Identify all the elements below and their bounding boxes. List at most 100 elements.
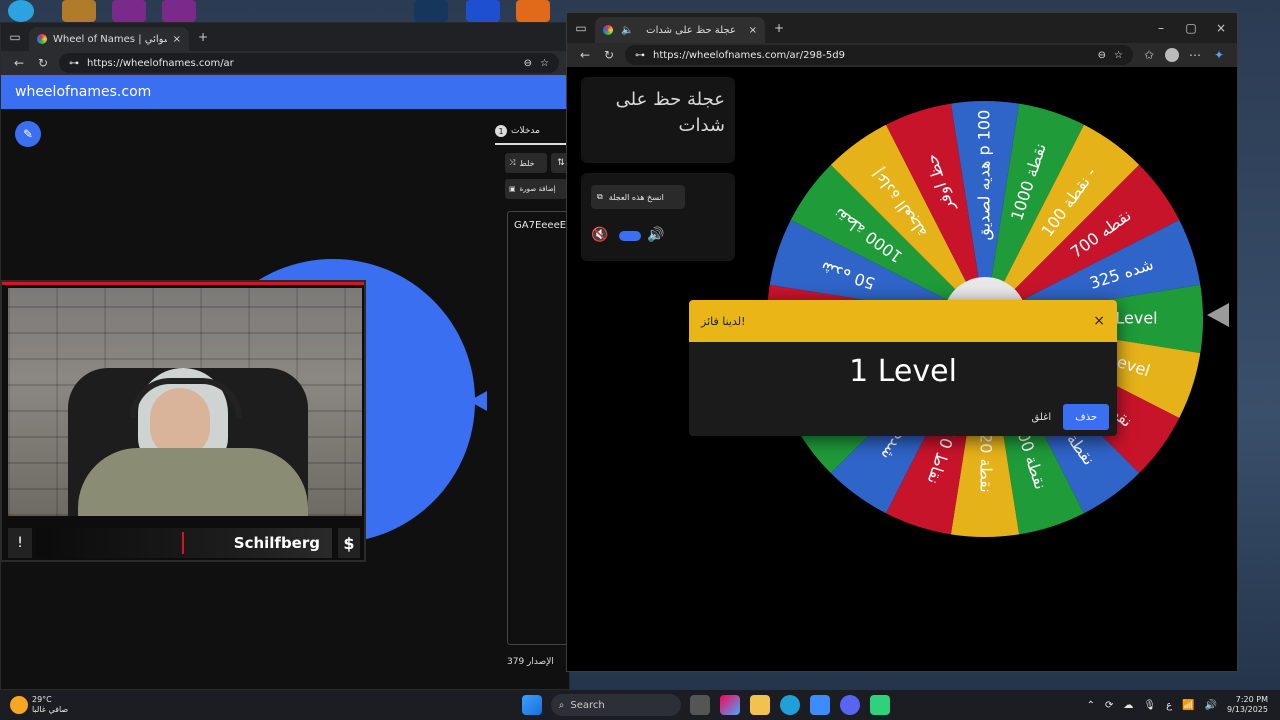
tab-entries[interactable]: 1 مدخلات <box>495 119 569 145</box>
winner-dialog: لدينا فائز! × 1 Level اغلق حذف <box>689 300 1117 436</box>
reload-icon[interactable]: ↻ <box>601 47 617 63</box>
right-active-tab[interactable]: 🔈 عجلة حظ على شدات × <box>595 17 765 43</box>
wheel-pointer-icon <box>1207 303 1229 327</box>
wheel-favicon-icon <box>37 34 47 44</box>
store-icon[interactable] <box>809 695 830 715</box>
winrar-icon[interactable] <box>162 0 196 22</box>
wheel-controls-panel: ⧉ انسخ هذه العجلة 🔇 🔊 <box>581 173 735 261</box>
weather-widget[interactable]: 29°C صافي غالبا <box>10 695 130 715</box>
close-tab-icon[interactable]: × <box>173 34 181 45</box>
close-tab-icon[interactable]: × <box>749 25 757 36</box>
new-tab-icon[interactable]: + <box>771 20 787 36</box>
wheel-pointer-icon <box>469 391 487 411</box>
sound-toggle[interactable] <box>619 231 641 241</box>
window-close-icon[interactable]: × <box>1213 20 1229 36</box>
weather-sun-icon <box>10 696 28 714</box>
person-body <box>78 448 308 516</box>
copy-wheel-button[interactable]: ⧉ انسخ هذه العجلة <box>591 185 685 209</box>
edge-icon[interactable] <box>779 695 800 715</box>
entries-tab-label: مدخلات <box>511 126 540 136</box>
back-icon[interactable]: ← <box>11 55 27 71</box>
chevron-up-icon[interactable]: ⌃ <box>1087 700 1095 711</box>
left-address-field[interactable]: ⊶ https://wheelofnames.com/ar ⊖ ☆ <box>59 53 559 73</box>
app-icon[interactable] <box>516 0 550 22</box>
overlay-top-accent <box>2 282 364 285</box>
menu-dots-icon[interactable]: ⋯ <box>1187 47 1203 63</box>
search-placeholder: Search <box>570 699 605 711</box>
tab-actions-icon[interactable]: ▭ <box>573 20 589 36</box>
taskbar: 29°C صافي غالبا ⌕ Search ⌃ ⟳ ☁ 🎙 ع 📶 🔊 7… <box>0 690 1280 720</box>
profile-avatar[interactable] <box>1165 48 1179 62</box>
file-explorer-icon[interactable] <box>749 695 770 715</box>
mic-icon[interactable]: 🎙 <box>1143 700 1156 711</box>
speaker-icon[interactable]: 🔈 <box>621 25 633 36</box>
input-language[interactable]: ع <box>1166 700 1172 711</box>
mute-icon[interactable]: 🔇 <box>591 227 608 243</box>
telegram-icon[interactable] <box>8 0 34 22</box>
site-header-title[interactable]: wheelofnames.com <box>15 84 151 100</box>
copy-wheel-label: انسخ هذه العجلة <box>608 192 664 202</box>
network-icon[interactable]: ☁ <box>1123 700 1133 711</box>
sync-icon[interactable]: ⟳ <box>1105 700 1113 711</box>
copilot-icon[interactable] <box>719 695 740 715</box>
dollar-badge: $ <box>338 528 360 558</box>
reload-icon[interactable]: ↻ <box>35 55 51 71</box>
left-tab-bar: ▭ Wheel of Names | الاسم العشوائي × + <box>1 23 569 51</box>
task-view-icon[interactable] <box>689 695 710 715</box>
start-windows-icon[interactable] <box>521 695 542 715</box>
new-tab-icon[interactable]: + <box>195 29 211 45</box>
shuffle-button[interactable]: ⤨ خلط <box>505 153 547 173</box>
right-tab-title: عجلة حظ على شدات <box>646 24 736 36</box>
folder-icon[interactable] <box>62 0 96 22</box>
dialog-footer: اغلق حذف <box>689 400 1117 434</box>
version-label: الإصدار 379 <box>507 657 554 667</box>
copilot-icon[interactable]: ✦ <box>1211 47 1227 63</box>
left-tab-title: Wheel of Names | الاسم العشوائي <box>53 33 167 45</box>
clock[interactable]: 7:20 PM 9/13/2025 <box>1227 695 1268 715</box>
left-active-tab[interactable]: Wheel of Names | الاسم العشوائي × <box>29 27 189 51</box>
site-info-icon[interactable]: ⊶ <box>635 50 645 61</box>
site-header: wheelofnames.com <box>1 75 569 109</box>
entries-textarea[interactable]: GA7EeeeEM <box>507 211 570 645</box>
clock-time: 7:20 PM <box>1235 695 1268 704</box>
volume-icon[interactable]: 🔊 <box>1205 700 1217 711</box>
minimize-icon[interactable]: – <box>1153 20 1169 36</box>
entry-item: GA7EeeeEM <box>514 220 570 231</box>
wheel-favicon-icon <box>603 25 613 35</box>
streamer-name: Schilfberg <box>233 534 320 552</box>
steam-icon[interactable] <box>414 0 448 22</box>
favorite-star-icon[interactable]: ☆ <box>540 58 549 69</box>
favorite-star-icon[interactable]: ☆ <box>1114 50 1123 61</box>
favorites-icon[interactable]: ✩ <box>1141 47 1157 63</box>
dialog-header-text: لدينا فائز! <box>701 314 746 328</box>
right-url-text: https://wheelofnames.com/ar/298-5d9 <box>653 49 845 61</box>
left-url-text: https://wheelofnames.com/ar <box>87 57 234 69</box>
more-icon[interactable]: ⊖ <box>524 58 532 69</box>
right-url-bar: ← ↻ ⊶ https://wheelofnames.com/ar/298-5d… <box>567 43 1237 67</box>
close-icon[interactable]: × <box>1093 313 1105 329</box>
wifi-icon[interactable]: 📶 <box>1182 700 1194 711</box>
site-info-icon[interactable]: ⊶ <box>69 58 79 69</box>
taskbar-center: ⌕ Search <box>325 694 1087 716</box>
nameplate-divider <box>182 532 184 554</box>
edit-pencil-icon[interactable]: ✎ <box>15 121 41 147</box>
app-icon[interactable] <box>869 695 890 715</box>
weather-temp: 29°C <box>32 695 52 704</box>
winrar-icon[interactable] <box>112 0 146 22</box>
wheel-title: عجلة حظ على شدات <box>581 77 735 163</box>
remove-button[interactable]: حذف <box>1063 404 1109 430</box>
right-address-field[interactable]: ⊶ https://wheelofnames.com/ar/298-5d9 ⊖ … <box>625 45 1133 65</box>
maximize-icon[interactable]: ▢ <box>1183 20 1199 36</box>
discord-icon[interactable] <box>839 695 860 715</box>
weather-desc: صافي غالبا <box>32 705 69 714</box>
webcam-video <box>8 288 362 516</box>
dialog-close-button[interactable]: اغلق <box>1032 412 1052 423</box>
game-icon[interactable] <box>466 0 500 22</box>
volume-icon[interactable]: 🔊 <box>647 227 664 243</box>
back-icon[interactable]: ← <box>577 47 593 63</box>
taskbar-search[interactable]: ⌕ Search <box>550 694 681 716</box>
tab-actions-icon[interactable]: ▭ <box>7 29 23 45</box>
more-icon[interactable]: ⊖ <box>1098 50 1106 61</box>
dialog-header: لدينا فائز! × <box>689 300 1117 342</box>
add-image-button[interactable]: ▣ إضافة صورة <box>505 179 567 199</box>
